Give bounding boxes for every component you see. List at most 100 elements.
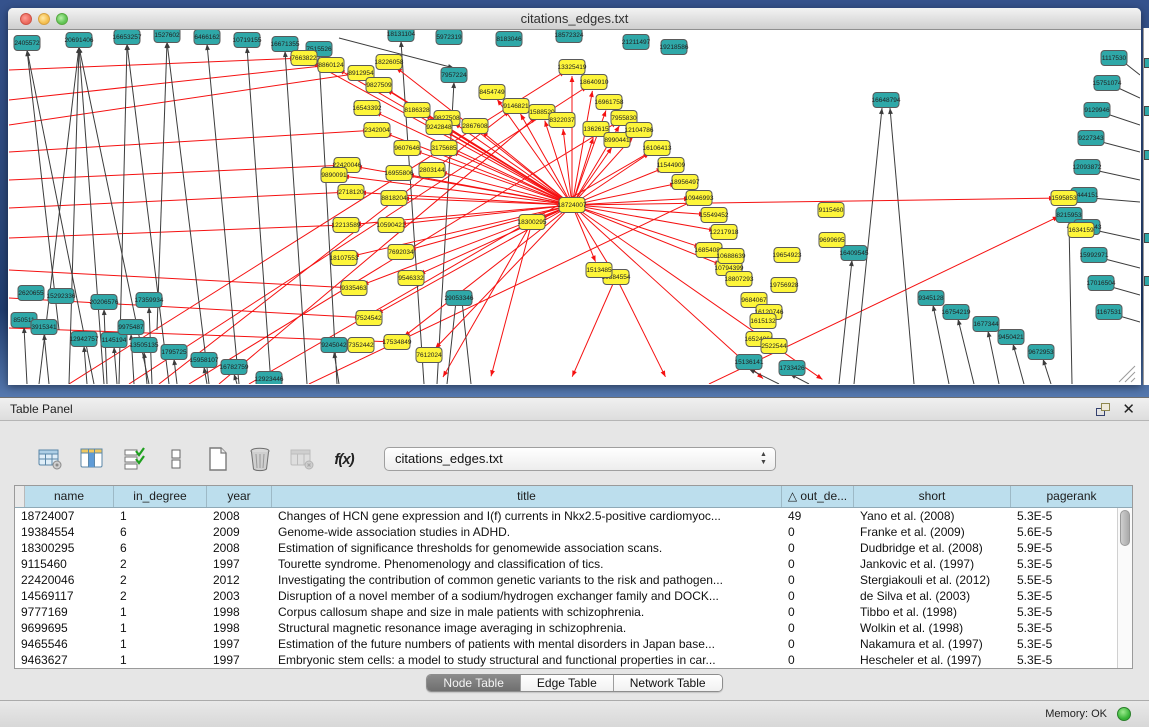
cell-short: Dudbridge et al. (2008): [854, 540, 1011, 556]
svg-text:19218586: 19218586: [660, 44, 689, 51]
svg-text:19756928: 19756928: [770, 282, 799, 289]
node-table: namein_degreeyeartitle△ out_de...shortpa…: [14, 485, 1133, 669]
svg-text:9890091: 9890091: [321, 172, 347, 179]
svg-text:9699695: 9699695: [819, 237, 845, 244]
table-row[interactable]: 1456911722003Disruption of a novel membe…: [15, 588, 1117, 604]
scrollbar-thumb[interactable]: [1120, 510, 1130, 546]
table-row[interactable]: 911546021997Tourette syndrome. Phenomeno…: [15, 556, 1117, 572]
tab-edge-table[interactable]: Edge Table: [521, 675, 614, 691]
column-header-name[interactable]: name: [25, 486, 114, 507]
svg-text:19654923: 19654923: [773, 252, 802, 259]
cell-year: 1997: [207, 636, 272, 652]
table-select-dropdown[interactable]: citations_edges.txt ▲▼: [384, 447, 776, 471]
status-bar: Memory: OK: [0, 700, 1149, 727]
new-table-icon[interactable]: [204, 445, 232, 473]
svg-text:15136141: 15136141: [735, 359, 764, 366]
table-row[interactable]: 977716911998Corpus callosum shape and si…: [15, 604, 1117, 620]
table-row[interactable]: 946362711997Embryonic stem cells: a mode…: [15, 652, 1117, 668]
window-titlebar[interactable]: citations_edges.txt: [8, 8, 1141, 30]
network-view-window[interactable]: citations_edges.txt 24055722069140616653…: [8, 8, 1141, 385]
svg-text:1513485: 1513485: [586, 267, 612, 274]
cell-in_degree: 2: [114, 588, 207, 604]
cell-name: 9777169: [15, 604, 114, 620]
svg-text:12104786: 12104786: [625, 127, 654, 134]
table-toolbar: f(x) citations_edges.txt ▲▼: [36, 441, 776, 477]
svg-text:16409545: 16409545: [840, 250, 869, 257]
column-header-pagerank[interactable]: pagerank: [1011, 486, 1132, 507]
close-panel-icon[interactable]: ✕: [1122, 402, 1135, 417]
cytoscape-app-window: citations_edges.txt 24055722069140616653…: [0, 0, 1149, 727]
cell-short: Nakamura et al. (1997): [854, 636, 1011, 652]
cell-year: 1997: [207, 652, 272, 668]
dropdown-stepper-icon: ▲▼: [758, 451, 769, 469]
svg-text:8454749: 8454749: [479, 89, 505, 96]
cell-out_degree: 0: [782, 636, 854, 652]
cell-out_degree: 0: [782, 620, 854, 636]
table-row[interactable]: 969969511998Structural magnetic resonanc…: [15, 620, 1117, 636]
svg-text:2342004: 2342004: [364, 127, 390, 134]
svg-text:16961758: 16961758: [595, 99, 624, 106]
svg-text:7663822: 7663822: [291, 55, 317, 62]
svg-text:1615132: 1615132: [750, 318, 776, 325]
float-panel-icon[interactable]: [1096, 403, 1110, 416]
svg-text:18131104: 18131104: [387, 31, 416, 38]
svg-text:16782759: 16782759: [220, 364, 249, 371]
background-window-sliver[interactable]: [1143, 28, 1149, 385]
table-row[interactable]: 2242004622012Investigating the contribut…: [15, 572, 1117, 588]
cell-in_degree: 6: [114, 540, 207, 556]
svg-text:16754219: 16754219: [942, 309, 971, 316]
svg-text:8860124: 8860124: [318, 62, 344, 69]
cell-pagerank: 5.3E-5: [1011, 588, 1117, 604]
table-vertical-scrollbar[interactable]: [1117, 508, 1132, 668]
column-header-out_degree[interactable]: △ out_de...: [782, 486, 854, 507]
column-header-title[interactable]: title: [272, 486, 782, 507]
select-rows-check-icon[interactable]: [120, 445, 148, 473]
svg-text:18724007: 18724007: [558, 202, 587, 209]
table-row[interactable]: 946554611997Estimation of the future num…: [15, 636, 1117, 652]
cell-out_degree: 0: [782, 556, 854, 572]
cell-name: 9465546: [15, 636, 114, 652]
svg-text:1677344: 1677344: [973, 321, 999, 328]
svg-text:8912954: 8912954: [348, 70, 374, 77]
network-graph[interactable]: 2405572206914061665325715276026466162107…: [9, 30, 1140, 384]
svg-text:1117530: 1117530: [1102, 55, 1127, 62]
svg-text:7957224: 7957224: [441, 72, 467, 79]
cell-pagerank: 5.3E-5: [1011, 508, 1117, 524]
cell-pagerank: 5.3E-5: [1011, 556, 1117, 572]
column-header-in_degree[interactable]: in_degree: [114, 486, 207, 507]
cell-short: Tibbo et al. (1998): [854, 604, 1011, 620]
column-header-year[interactable]: year: [207, 486, 272, 507]
svg-text:2718120: 2718120: [338, 189, 364, 196]
cell-year: 2003: [207, 588, 272, 604]
function-builder-icon[interactable]: f(x): [330, 445, 358, 473]
table-row[interactable]: 1830029562008Estimation of significance …: [15, 540, 1117, 556]
svg-text:16648794: 16648794: [872, 97, 901, 104]
svg-text:17359934: 17359934: [135, 297, 164, 304]
select-column-icon[interactable]: [78, 445, 106, 473]
table-row[interactable]: 1938455462009Genome-wide association stu…: [15, 524, 1117, 540]
tab-network-table[interactable]: Network Table: [614, 675, 722, 691]
table-row[interactable]: 1872400712008Changes of HCN gene express…: [15, 508, 1117, 524]
row-height-icon[interactable]: [162, 445, 190, 473]
svg-text:3175685: 3175685: [431, 145, 457, 152]
memory-status-label: Memory: OK: [1045, 708, 1107, 720]
svg-text:9345128: 9345128: [918, 295, 944, 302]
svg-text:18640910: 18640910: [580, 79, 609, 86]
cell-name: 22420046: [15, 572, 114, 588]
cell-out_degree: 0: [782, 572, 854, 588]
network-canvas[interactable]: 2405572206914061665325715276026466162107…: [9, 30, 1140, 384]
svg-text:18107553: 18107553: [330, 255, 359, 262]
table-settings-icon[interactable]: [36, 445, 64, 473]
svg-text:17016504: 17016504: [1087, 280, 1116, 287]
cell-year: 2008: [207, 540, 272, 556]
column-header-short[interactable]: short: [854, 486, 1011, 507]
svg-text:1527602: 1527602: [154, 32, 180, 39]
cell-out_degree: 0: [782, 588, 854, 604]
svg-text:8322037: 8322037: [549, 117, 575, 124]
tab-node-table[interactable]: Node Table: [427, 675, 521, 691]
svg-text:1167531: 1167531: [1097, 309, 1122, 316]
svg-text:2803144: 2803144: [419, 167, 445, 174]
delete-trash-icon[interactable]: [246, 445, 274, 473]
svg-text:16671355: 16671355: [271, 41, 300, 48]
window-title: citations_edges.txt: [8, 11, 1141, 26]
